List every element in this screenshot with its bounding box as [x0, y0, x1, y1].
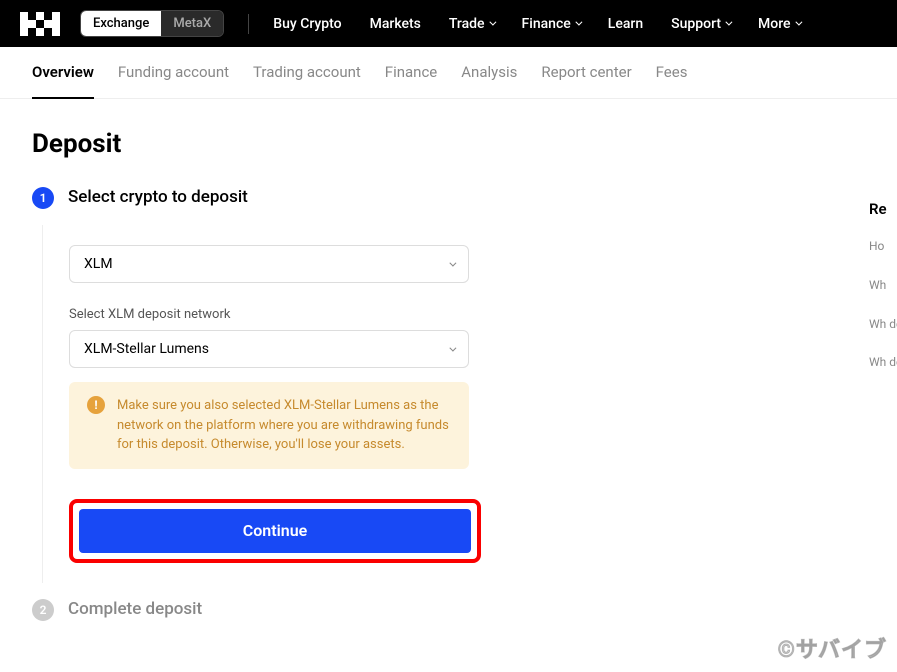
sidebar-link[interactable]: Wh [869, 277, 897, 294]
chevron-down-icon [725, 19, 732, 26]
mode-toggle: Exchange MetaX [80, 10, 224, 37]
sidebar-link[interactable]: Wh dep [869, 354, 897, 371]
warning-text: Make sure you also selected XLM-Stellar … [117, 396, 451, 455]
chevron-down-icon [449, 344, 456, 351]
crypto-select[interactable]: XLM [69, 245, 469, 283]
tab-finance[interactable]: Finance [385, 47, 437, 99]
network-select-value: XLM-Stellar Lumens [84, 341, 209, 357]
nav-trade[interactable]: Trade [449, 16, 494, 32]
sidebar-link[interactable]: Wh dep [869, 316, 897, 333]
exchange-toggle[interactable]: Exchange [81, 11, 161, 36]
related-sidebar: Re Ho Wh Wh dep Wh dep [869, 200, 897, 393]
tab-fees[interactable]: Fees [656, 47, 688, 99]
step-1-title: Select crypto to deposit [68, 187, 248, 207]
tab-report-center[interactable]: Report center [541, 47, 631, 99]
step-2-header: 2 Complete deposit [32, 599, 865, 621]
page-title: Deposit [32, 129, 865, 159]
continue-button[interactable]: Continue [79, 509, 471, 553]
nav-learn[interactable]: Learn [608, 16, 643, 32]
sidebar-link[interactable]: Ho [869, 238, 897, 255]
crypto-select-value: XLM [84, 256, 113, 272]
top-navigation: Exchange MetaX Buy Crypto Markets Trade … [0, 0, 897, 47]
step-2-title: Complete deposit [68, 599, 202, 619]
step-1-number: 1 [32, 187, 54, 209]
step-1-header: 1 Select crypto to deposit [32, 187, 865, 209]
sub-navigation: Overview Funding account Trading account… [0, 47, 897, 99]
network-label: Select XLM deposit network [69, 307, 482, 322]
nav-support[interactable]: Support [671, 16, 730, 32]
chevron-down-icon [489, 19, 496, 26]
nav-more[interactable]: More [758, 16, 800, 32]
nav-finance[interactable]: Finance [522, 16, 580, 32]
chevron-down-icon [795, 19, 802, 26]
nav-divider [248, 14, 249, 34]
nav-markets[interactable]: Markets [370, 16, 421, 32]
metax-toggle[interactable]: MetaX [161, 11, 223, 36]
chevron-down-icon [449, 259, 456, 266]
tab-analysis[interactable]: Analysis [461, 47, 517, 99]
tab-trading-account[interactable]: Trading account [253, 47, 361, 99]
nav-items: Buy Crypto Markets Trade Finance Learn S… [273, 16, 799, 32]
continue-highlight: Continue [69, 499, 481, 563]
watermark: ©サバイブ [778, 632, 887, 664]
nav-buy-crypto[interactable]: Buy Crypto [273, 16, 341, 32]
step-1-body: XLM Select XLM deposit network XLM-Stell… [42, 225, 482, 583]
step-2-number: 2 [32, 599, 54, 621]
sidebar-title: Re [869, 200, 897, 218]
tab-funding-account[interactable]: Funding account [118, 47, 229, 99]
network-select[interactable]: XLM-Stellar Lumens [69, 330, 469, 368]
warning-box: ! Make sure you also selected XLM-Stella… [69, 382, 469, 469]
warning-icon: ! [87, 396, 105, 414]
tab-overview[interactable]: Overview [32, 47, 94, 99]
chevron-down-icon [575, 19, 582, 26]
main-content: Deposit 1 Select crypto to deposit XLM S… [0, 99, 897, 667]
okx-logo[interactable] [20, 12, 60, 36]
